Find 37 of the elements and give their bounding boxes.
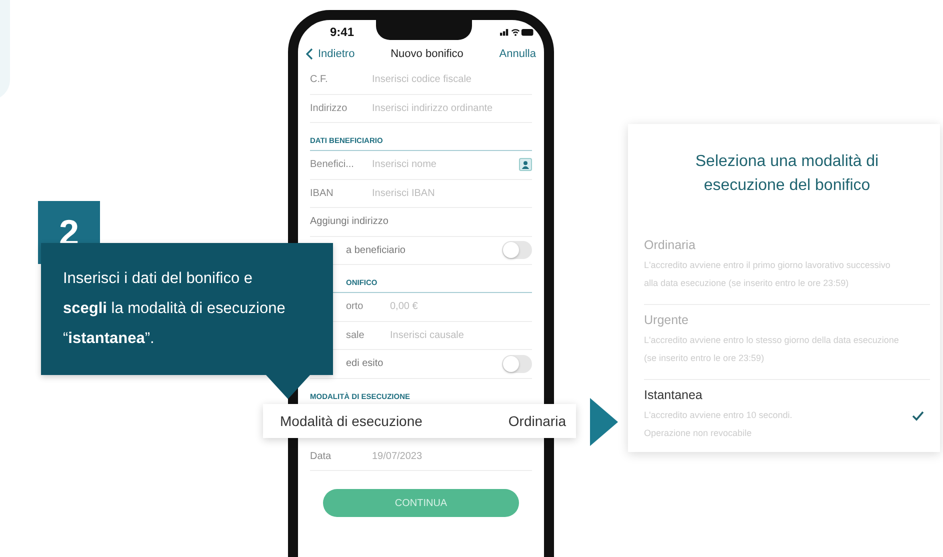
field-label: IBAN <box>310 188 334 199</box>
date-field[interactable]: 19/07/2023 <box>372 450 532 462</box>
row-value: Ordinaria <box>508 413 566 429</box>
text-field[interactable]: 0,00 € <box>390 301 532 312</box>
field-label: sale <box>345 330 366 341</box>
instruction-text: Inserisci i dati del bonifico e scegli la modalità di esecuzione “istantanea”. <box>63 269 286 349</box>
text-field[interactable]: Inserisci nome <box>372 159 519 170</box>
checkmark-icon <box>912 410 924 420</box>
toggle-label: edi esito <box>345 358 384 370</box>
toggle-switch[interactable] <box>502 241 532 260</box>
cancel-button[interactable]: Annulla <box>499 48 536 60</box>
field-label: C.F. <box>310 74 329 86</box>
screen-title: Nuovo bonifico <box>390 48 464 60</box>
person-icon <box>521 160 530 170</box>
add-address-link[interactable]: Aggiungi indirizzo <box>310 216 532 228</box>
field-label: Indirizzo <box>310 102 348 114</box>
toggle-switch[interactable] <box>502 354 532 373</box>
row-label: Modalità di esecuzione <box>280 413 422 429</box>
back-chevron-icon <box>306 48 313 60</box>
field-label: Data <box>310 450 332 462</box>
text-field[interactable]: Inserisci IBAN <box>372 188 532 199</box>
status-icons <box>500 27 534 37</box>
text-field[interactable]: Inserisci codice fiscale <box>372 74 532 86</box>
toggle-label: a beneficiario <box>345 244 406 256</box>
text-field[interactable]: Inserisci indirizzo ordinante <box>372 102 532 114</box>
card-title: Seleziona una modalità di esecuzione del bonifico <box>694 152 880 196</box>
execution-mode-row[interactable]: Modalità di esecuzione Ordinaria <box>263 404 576 438</box>
option-title: Istantanea <box>644 388 704 402</box>
field-label: orto <box>345 301 364 312</box>
field-label: Benefici... <box>310 159 355 170</box>
arrow-icon <box>590 398 618 446</box>
option-title: Urgente <box>644 313 690 327</box>
back-button[interactable]: Indietro <box>306 48 355 60</box>
status-time: 9:41 <box>330 25 354 39</box>
contact-button[interactable] <box>519 158 532 172</box>
option-title: Ordinaria <box>644 238 696 252</box>
text-field[interactable]: Inserisci causale <box>390 330 532 341</box>
